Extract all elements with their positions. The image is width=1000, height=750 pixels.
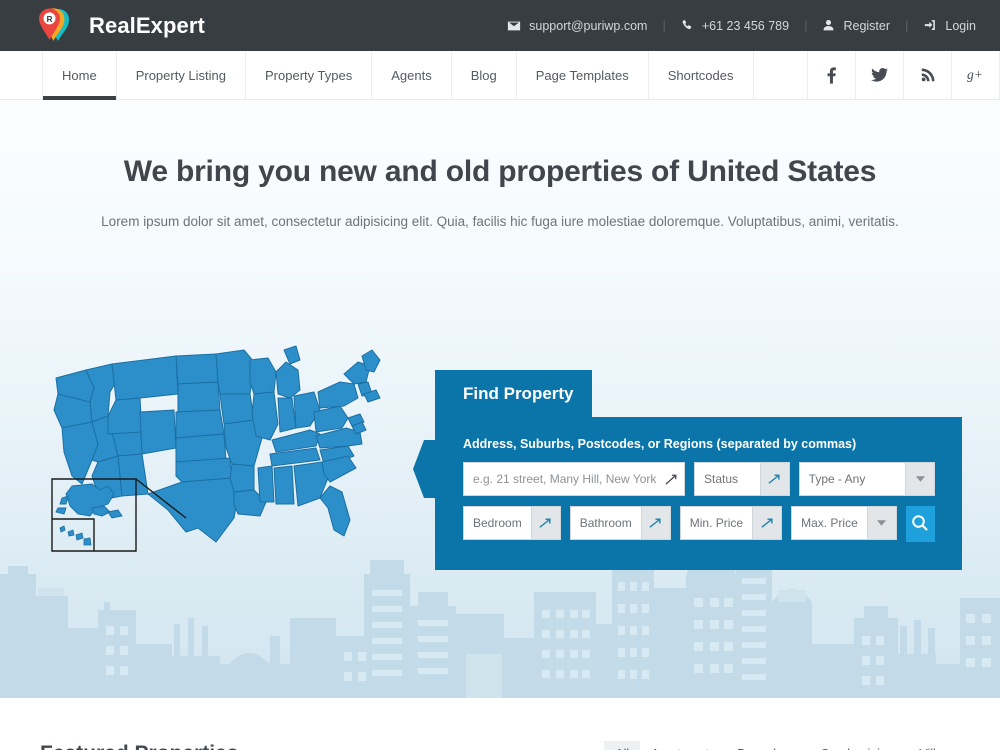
nav-label: Page Templates (535, 67, 629, 83)
register-label: Register (843, 18, 891, 33)
address-placeholder: e.g. 21 street, Many Hill, New York (473, 472, 657, 486)
location-arrow-icon (658, 472, 684, 487)
phone-label: +61 23 456 789 (701, 18, 790, 33)
min-price-value: Min. Price (689, 516, 744, 530)
separator: | (662, 18, 666, 33)
featured-filter-tabs: All Apartments Bungalows Condominium Vil… (604, 741, 960, 750)
chevron-down-icon (640, 507, 670, 539)
separator: | (905, 18, 909, 33)
sign-in-icon (923, 19, 937, 32)
nav-item-blog[interactable]: Blog (452, 51, 517, 99)
nav-label: Blog (470, 67, 497, 83)
main-navigation: Home Property Listing Property Types Age… (0, 51, 1000, 100)
phone-icon (681, 19, 694, 32)
chevron-down-icon (759, 463, 789, 495)
google-plus-icon[interactable]: g + (952, 51, 1000, 99)
twitter-icon[interactable] (856, 51, 904, 99)
nav-spacer (754, 51, 808, 99)
bathroom-value: Bathroom (579, 516, 632, 530)
svg-text:g: g (967, 68, 974, 82)
bedroom-value: Bedroom (473, 516, 522, 530)
nav-label: Property Types (265, 67, 353, 83)
search-row-2: Bedroom Bathroom Min. Price Max. Price (463, 506, 935, 542)
hero-subtitle: Lorem ipsum dolor sit amet, consectetur … (101, 214, 899, 229)
bathroom-select[interactable]: Bathroom (569, 506, 671, 540)
status-value: Status (704, 472, 739, 486)
hero-section: We bring you new and old properties of U… (0, 100, 1000, 698)
filter-villas[interactable]: Villas (908, 741, 960, 750)
map-pin-logo-icon: R (36, 6, 76, 46)
chevron-down-icon (905, 463, 934, 495)
find-property-tab[interactable]: Find Property (435, 370, 592, 417)
filter-condominium[interactable]: Condominium (809, 741, 908, 750)
filter-bungalows[interactable]: Bungalows (726, 741, 809, 750)
login-label: Login (945, 18, 976, 33)
page-title: We bring you new and old properties of U… (123, 155, 877, 188)
envelope-icon (507, 19, 521, 33)
brand-logo[interactable]: R RealExpert (36, 6, 205, 46)
nav-label: Shortcodes (667, 67, 734, 83)
type-select[interactable]: Type - Any (798, 462, 935, 496)
register-link[interactable]: Register (822, 19, 890, 33)
find-property-label: Find Property (463, 383, 574, 403)
type-value: Type - Any (808, 472, 866, 486)
united-states-map[interactable] (48, 336, 398, 566)
bedroom-select[interactable]: Bedroom (463, 506, 561, 540)
nav-item-property-types[interactable]: Property Types (246, 51, 373, 99)
search-submit-button[interactable] (905, 506, 935, 542)
max-price-select[interactable]: Max. Price (791, 506, 897, 540)
top-bar: R RealExpert support@puriwp.com | +61 23… (0, 0, 1000, 51)
nav-label: Home (62, 67, 97, 83)
status-select[interactable]: Status (694, 462, 790, 496)
rss-icon[interactable] (904, 51, 952, 99)
nav-label: Agents (391, 67, 432, 83)
facebook-icon[interactable] (808, 51, 856, 99)
brand-name: RealExpert (89, 12, 205, 38)
support-email-link[interactable]: support@puriwp.com (507, 19, 647, 33)
featured-properties-section: Featured Properties All Apartments Bunga… (0, 698, 1000, 750)
nav-label: Property Listing (135, 67, 227, 83)
max-price-value: Max. Price (801, 516, 858, 530)
chevron-down-icon (866, 507, 896, 539)
filter-all[interactable]: All (604, 741, 641, 750)
search-row-1: e.g. 21 street, Many Hill, New York Stat… (463, 462, 935, 496)
nav-item-property-listing[interactable]: Property Listing (117, 51, 247, 99)
nav-item-page-templates[interactable]: Page Templates (517, 51, 649, 99)
min-price-select[interactable]: Min. Price (679, 506, 783, 540)
nav-item-agents[interactable]: Agents (372, 51, 452, 99)
svg-text:+: + (974, 68, 982, 82)
search-field-label: Address, Suburbs, Postcodes, or Regions … (463, 437, 857, 451)
address-input[interactable]: e.g. 21 street, Many Hill, New York (463, 462, 685, 496)
user-icon (822, 19, 835, 32)
login-link[interactable]: Login (923, 19, 976, 33)
phone-link[interactable]: +61 23 456 789 (681, 19, 789, 33)
chevron-down-icon (752, 507, 782, 539)
filter-apartments[interactable]: Apartments (640, 741, 726, 750)
chevron-down-icon (530, 507, 560, 539)
nav-item-home[interactable]: Home (42, 51, 117, 100)
top-bar-links: support@puriwp.com | +61 23 456 789 | Re… (507, 18, 976, 33)
nav-item-shortcodes[interactable]: Shortcodes (649, 51, 754, 99)
svg-text:R: R (47, 15, 53, 24)
featured-title: Featured Properties (40, 742, 238, 750)
separator: | (804, 18, 808, 33)
property-search-panel: Address, Suburbs, Postcodes, or Regions … (435, 417, 962, 570)
search-icon (911, 514, 929, 535)
support-email-label: support@puriwp.com (529, 18, 648, 33)
